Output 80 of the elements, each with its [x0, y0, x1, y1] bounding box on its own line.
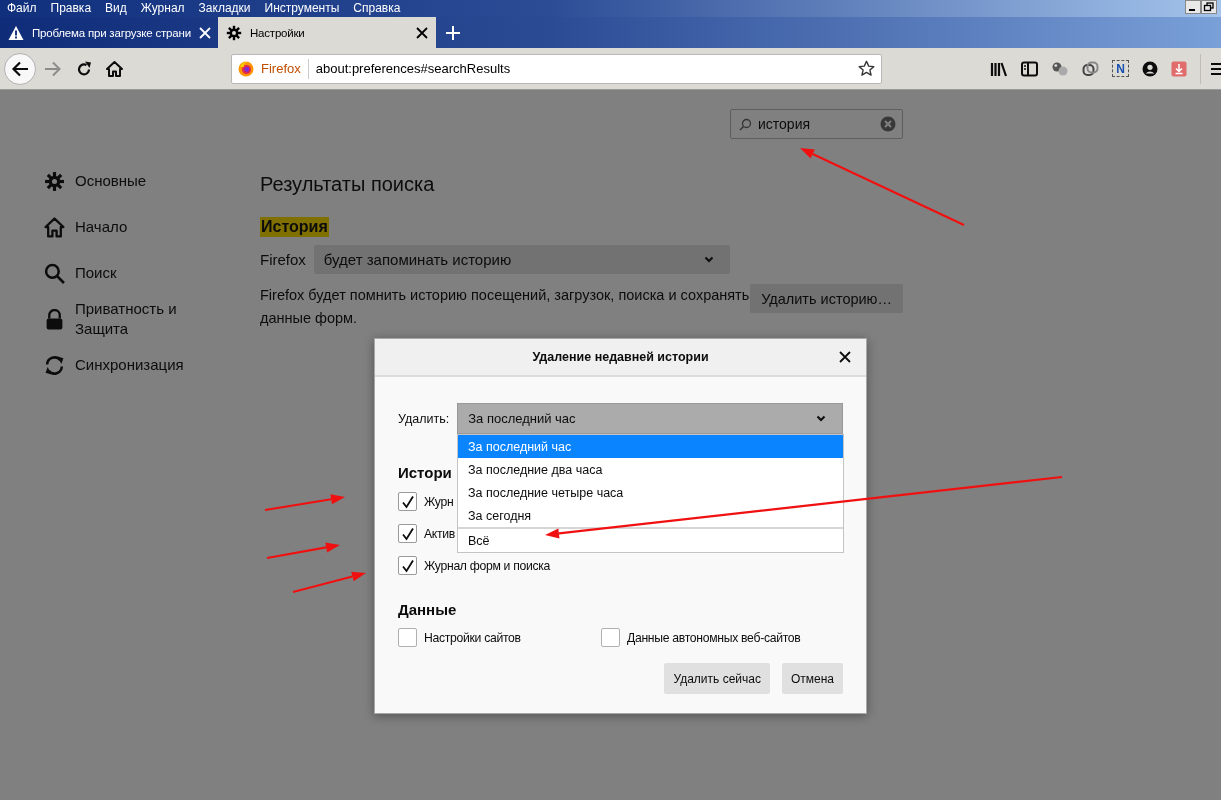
warning-icon [8, 24, 24, 41]
menu-item[interactable]: Вид [105, 0, 127, 17]
checkbox[interactable] [398, 492, 417, 511]
close-icon[interactable] [839, 351, 851, 363]
gear-icon [44, 170, 65, 192]
search-text: история [758, 116, 812, 132]
checkbox[interactable] [398, 524, 417, 543]
clear-icon[interactable] [880, 116, 896, 132]
sidebar-icon[interactable] [1021, 60, 1038, 77]
restore-icon[interactable] [1201, 0, 1217, 14]
menu-item[interactable]: Закладки [198, 0, 251, 17]
clear-history-button[interactable]: Удалить историю… [750, 284, 903, 313]
search-field[interactable]: история [730, 109, 903, 139]
spheres-icon[interactable] [1051, 60, 1069, 77]
home-icon[interactable] [106, 60, 123, 77]
chevron-down-icon [703, 256, 714, 263]
account-icon[interactable] [1142, 60, 1158, 77]
checkbox[interactable] [601, 628, 620, 647]
checkbox-label: Настройки сайтов [424, 630, 521, 645]
chevron-down-icon [816, 415, 826, 422]
range-label: Удалить: [398, 411, 450, 426]
menu-item[interactable]: Инструменты [264, 0, 340, 17]
dropdown-option[interactable]: За сегодня [458, 504, 843, 527]
search-icon [44, 262, 65, 284]
search-icon [739, 117, 752, 131]
sync-icon [44, 354, 65, 376]
address-field[interactable]: Firefox about:preferences#searchResults [231, 53, 882, 84]
browser-tab[interactable]: Настройки [218, 17, 436, 48]
browser-tab[interactable]: Проблема при загрузке страни [0, 17, 218, 48]
check-icon [400, 494, 415, 509]
results-title: Результаты поиска [260, 172, 435, 196]
menu-item[interactable]: Правка [50, 0, 92, 17]
dialog-title: Удаление недавней истории [532, 350, 709, 364]
sidebar-item[interactable]: Синхронизация [44, 342, 260, 388]
sidebar-item[interactable]: Приватность и Защита [44, 296, 260, 342]
checkbox-label: Данные автономных веб-сайтов [627, 630, 801, 645]
dropdown-option[interactable]: За последние четыре часа [458, 481, 843, 504]
menu-icon[interactable] [1211, 61, 1221, 76]
dropdown-option[interactable]: Всё [458, 527, 843, 552]
check-icon [400, 526, 415, 541]
dropdown-option[interactable]: За последние два часа [458, 458, 843, 481]
arrow-left-icon [11, 60, 29, 77]
back-button[interactable] [4, 52, 36, 85]
checkbox-label: Журнал форм и поиска [424, 558, 551, 573]
section-heading: Истори [398, 464, 452, 482]
dropdown-option[interactable]: За последний час [458, 435, 843, 458]
mode-label: Firefox [260, 251, 306, 268]
checkbox[interactable] [398, 628, 417, 647]
checkbox-label: Актив [424, 526, 455, 541]
time-range-select[interactable]: За последний час [457, 403, 843, 434]
loop-icon[interactable] [1082, 60, 1099, 77]
menu-item[interactable]: Журнал [140, 0, 185, 17]
plus-icon[interactable] [445, 24, 461, 41]
checkbox[interactable] [398, 556, 417, 575]
section-heading: Данные [398, 601, 457, 619]
minimize-icon[interactable] [1185, 0, 1201, 14]
download-icon[interactable] [1171, 60, 1187, 77]
dialog-button[interactable]: Удалить сейчас [664, 663, 770, 694]
history-description: Firefox будет помнить историю посещений, загрузок, поиска и сохранять данные форм. [260, 286, 750, 328]
menu-item[interactable]: Справка [353, 0, 401, 17]
lock-icon [44, 308, 65, 330]
reload-icon[interactable] [76, 60, 92, 77]
menu-item[interactable]: Файл [7, 0, 37, 17]
dialog-button[interactable]: Отмена [781, 663, 843, 694]
close-icon[interactable] [416, 26, 428, 39]
section-heading: История [260, 217, 329, 237]
url-text: about:preferences#searchResults [315, 61, 512, 76]
identity-label: Firefox [261, 61, 301, 76]
history-mode-select[interactable]: будет запоминать историю [313, 245, 730, 274]
check-icon [400, 558, 415, 573]
star-icon[interactable] [858, 60, 875, 77]
checkbox-label: Журн [424, 494, 454, 509]
sidebar-item[interactable]: Поиск [44, 250, 260, 296]
sidebar-item[interactable]: Начало [44, 204, 260, 250]
gear-icon [226, 24, 242, 41]
home-icon [44, 216, 65, 238]
browser-logo-icon [238, 60, 254, 77]
note-extension-icon[interactable]: N [1112, 60, 1129, 77]
library-icon[interactable] [990, 60, 1008, 77]
sidebar-item[interactable]: Основные [44, 158, 260, 204]
